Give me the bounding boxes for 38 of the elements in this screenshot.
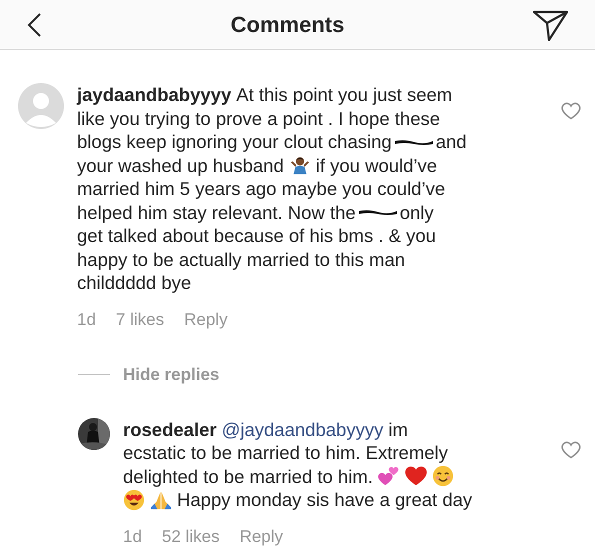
comment-text: and [436,130,467,154]
comment-text: get talked about because of his bms . & you [77,224,436,248]
comment-text: only [400,200,434,224]
comment-text: your washed up husband [77,154,284,177]
mention-link[interactable]: @jaydaandbabyyyy [222,418,384,441]
comment-text: married him 5 years ago maybe you could’ve [77,177,446,200]
comment-time: 1d [77,308,96,330]
comment-text: if you would’ve [316,154,438,177]
comment-text: happy to be actually married to this man [77,248,406,271]
smiling-face-icon [432,465,454,488]
comment-text: blogs keep ignoring your clout chasing [77,130,392,154]
comment-text: childdddd bye [77,271,192,294]
likes-count[interactable]: 52 likes [162,524,220,546]
comment-text: Happy monday sis have a great day [177,488,472,512]
reply-button[interactable]: Reply [184,306,228,332]
heart-eyes-face-icon [123,488,145,511]
comment-text: like you trying to prove a point . I hope these [77,106,440,130]
header-title: Comments [230,11,344,39]
reply-button[interactable]: Reply [240,524,284,546]
likes-count[interactable]: 7 likes [116,306,164,332]
avatar-icon [18,83,64,129]
username[interactable]: rosedealer [123,418,217,441]
heart-icon [404,465,427,488]
back-icon[interactable] [26,12,42,38]
like-heart-icon[interactable] [561,101,581,121]
paper-plane-icon[interactable] [533,8,569,40]
shrugging-person-icon [288,154,311,176]
comment-text: im [388,418,408,441]
username[interactable]: jaydaandbabyyyy [77,83,232,106]
comment-text: delighted to be married to him. [123,464,373,488]
comment-text: At this point you just seem [236,83,452,106]
comment-text: helped him stay relevant. Now the [77,200,356,224]
like-heart-icon[interactable] [561,440,581,460]
comment-time: 1d [123,526,142,546]
scribble-mark [358,207,398,218]
hide-replies-button[interactable]: Hide replies [123,362,220,388]
comment-text: ecstatic to be married to him. Extremely [123,441,448,464]
two-hearts-icon [378,465,400,488]
